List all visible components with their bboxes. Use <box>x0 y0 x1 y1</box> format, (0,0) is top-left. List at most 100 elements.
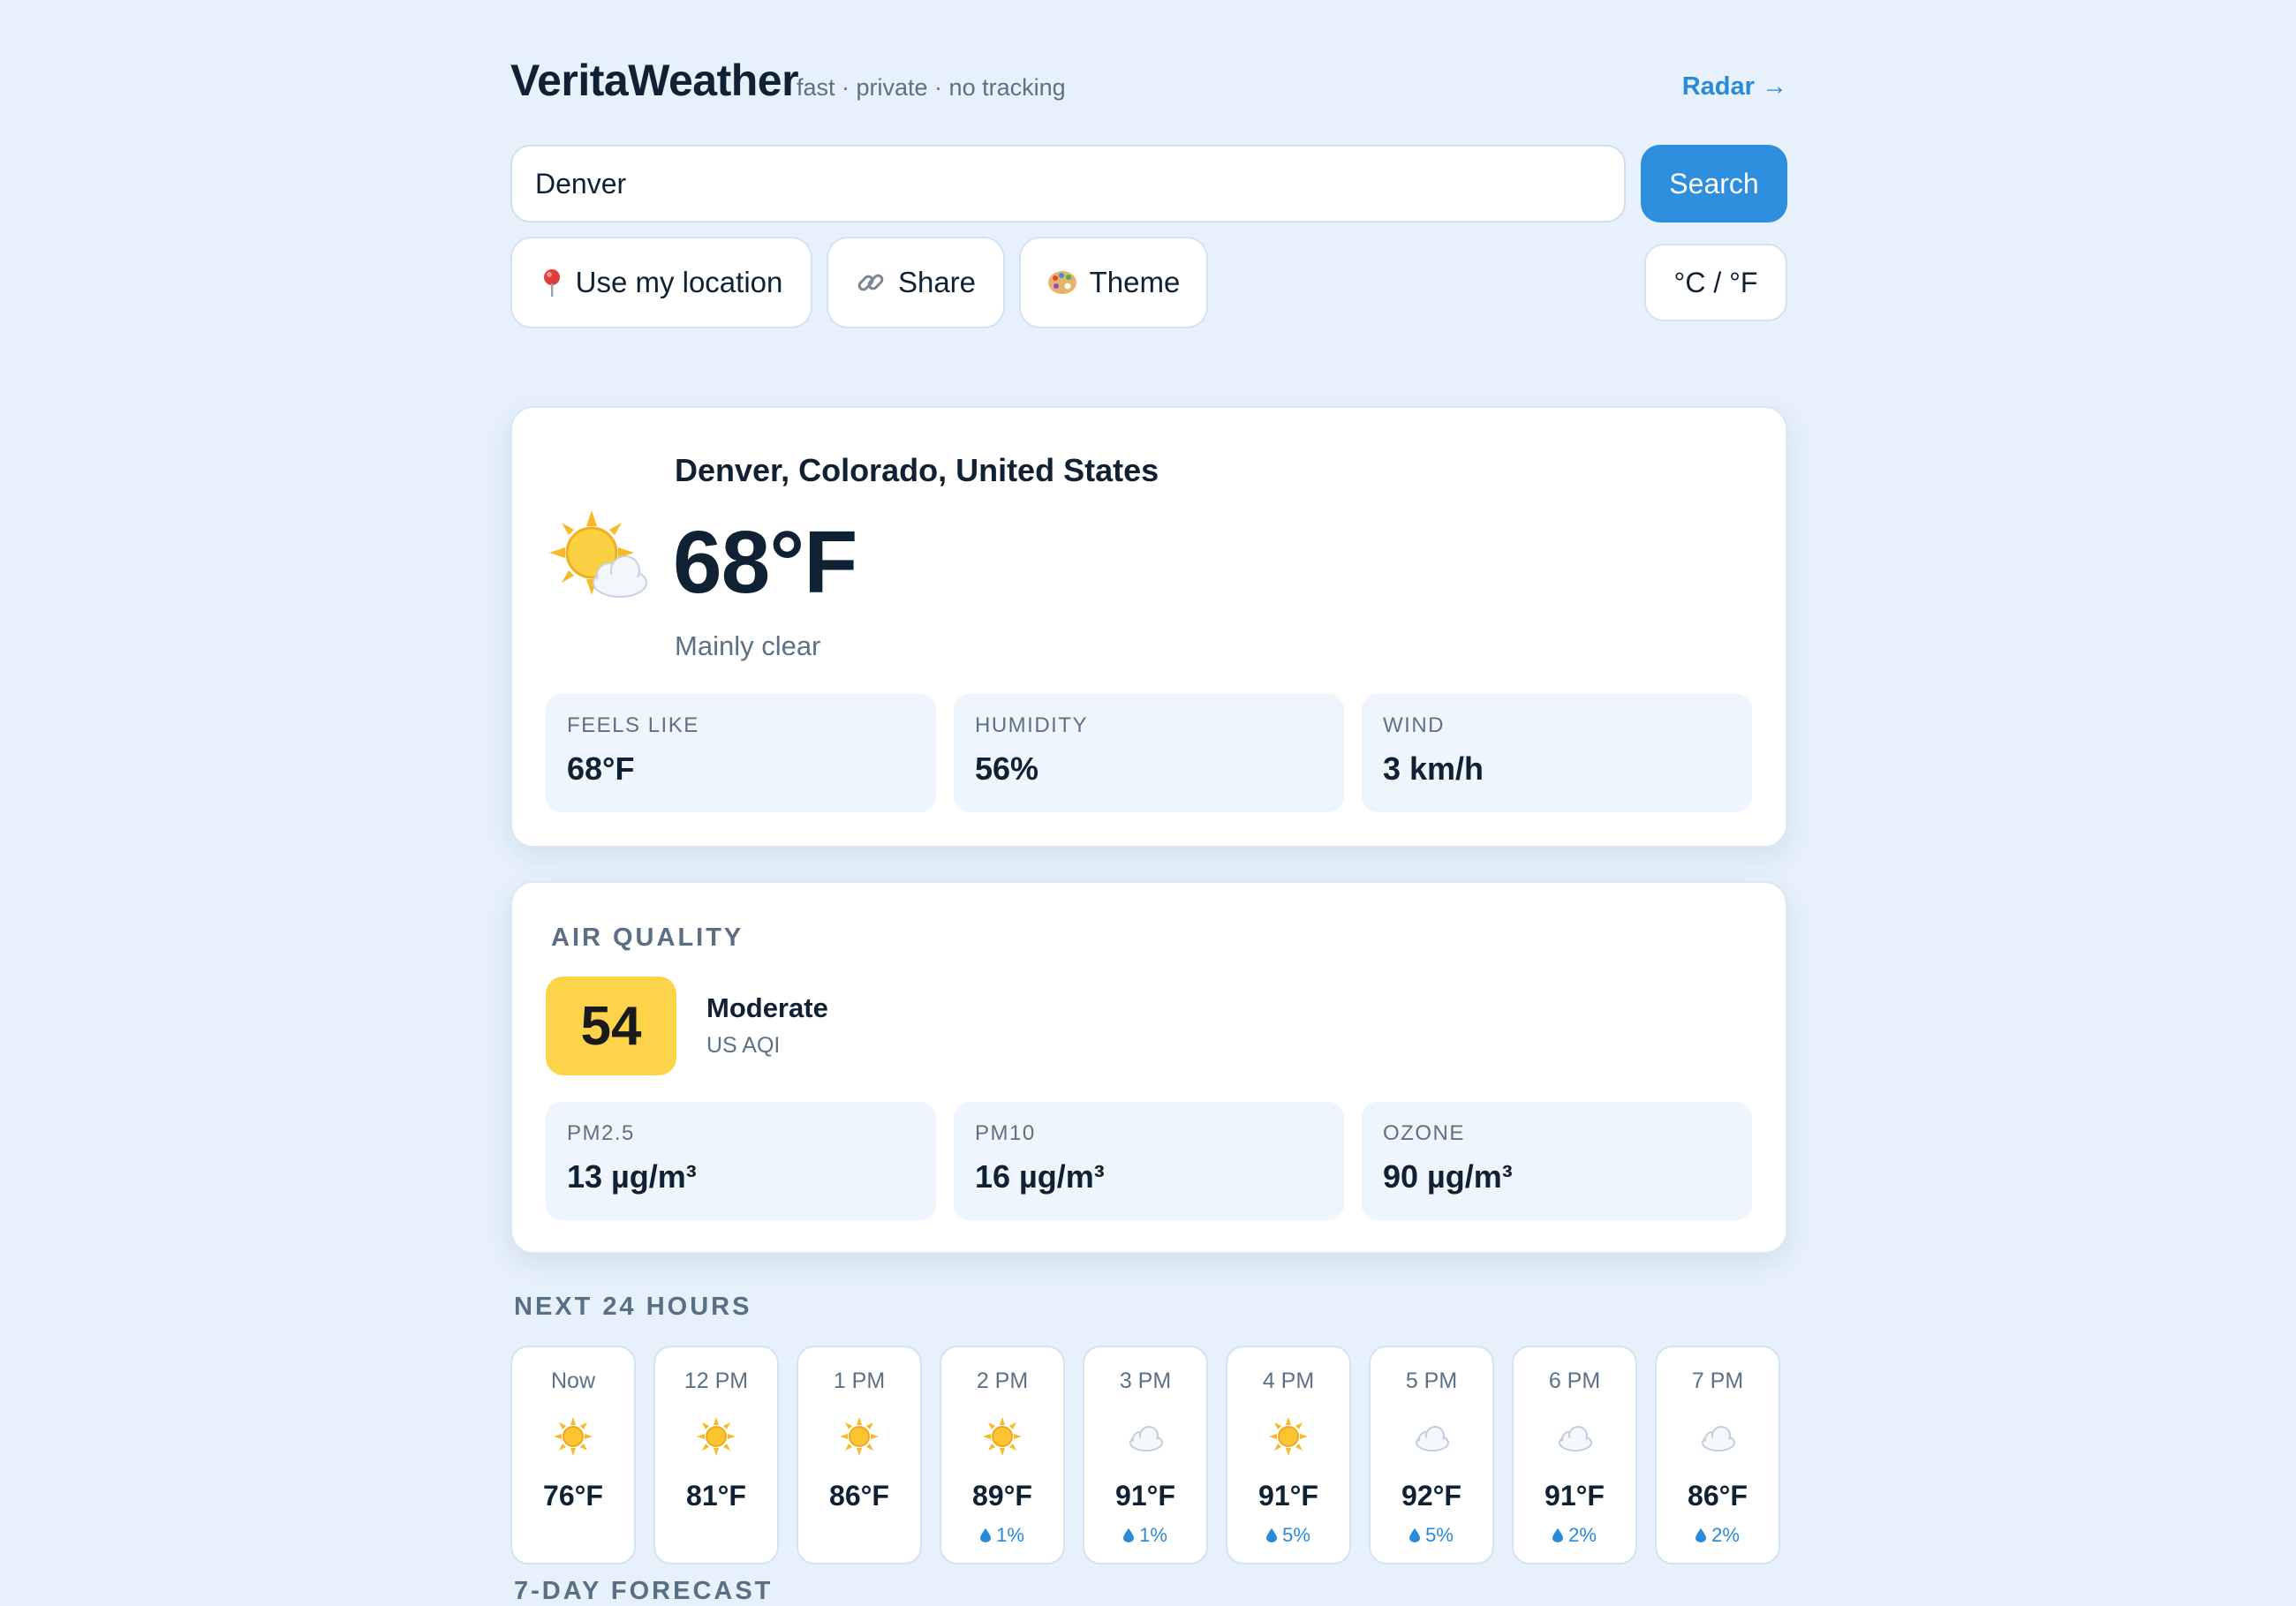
stat-label: Wind <box>1383 713 1445 737</box>
hour-temperature: 91°F <box>1258 1480 1318 1512</box>
pm25-stat: PM2.5 13 µg/m³ <box>546 1102 936 1220</box>
share-button[interactable]: Share <box>827 237 1005 328</box>
hour-card: 1 PM 86°F <box>797 1346 922 1565</box>
aqi-category: Moderate <box>706 992 828 1023</box>
brand-title: VeritaWeather <box>510 56 799 105</box>
hour-card: 12 PM 81°F <box>653 1346 779 1565</box>
current-weather-card: Denver, Colorado, United States 68°F Mai… <box>510 406 1787 848</box>
palette-icon <box>1047 271 1076 294</box>
search-button[interactable]: Search <box>1641 145 1787 222</box>
hour-card: 2 PM 89°F 1% <box>940 1346 1065 1565</box>
hour-temperature: 89°F <box>972 1480 1032 1512</box>
raindrop-icon <box>1409 1528 1421 1542</box>
stat-label: PM10 <box>975 1121 1036 1145</box>
precip-value: 5% <box>1425 1524 1454 1546</box>
sun-icon <box>554 1417 593 1456</box>
sun-icon <box>983 1417 1022 1456</box>
raindrop-icon <box>980 1528 992 1542</box>
app-header: VeritaWeather fast · private · no tracki… <box>510 55 1787 117</box>
hour-time: 6 PM <box>1548 1368 1601 1393</box>
hour-temperature: 81°F <box>686 1480 746 1512</box>
stat-value: 13 µg/m³ <box>567 1158 697 1195</box>
hour-time: 2 PM <box>976 1368 1029 1393</box>
cloud-icon <box>1416 1426 1449 1451</box>
hour-card: 5 PM 92°F 5% <box>1369 1346 1494 1565</box>
aqi-scale: US AQI <box>706 1033 781 1058</box>
city-search-input[interactable] <box>510 145 1626 222</box>
precip-value: 2% <box>1711 1524 1740 1546</box>
wind-stat: Wind 3 km/h <box>1362 694 1752 812</box>
hourly-heading: NEXT 24 HOURS <box>514 1293 752 1321</box>
hour-temperature: 76°F <box>543 1480 603 1512</box>
pm10-stat: PM10 16 µg/m³ <box>954 1102 1344 1220</box>
hour-card: 4 PM 91°F 5% <box>1226 1346 1351 1565</box>
app-page: VeritaWeather fast · private · no tracki… <box>510 0 1787 1605</box>
air-quality-heading: AIR QUALITY <box>551 924 744 952</box>
sun-icon <box>840 1417 879 1456</box>
raindrop-icon <box>1266 1528 1278 1542</box>
cloud-icon <box>1702 1426 1735 1451</box>
current-condition: Mainly clear <box>675 630 821 661</box>
hour-time: 7 PM <box>1691 1368 1744 1393</box>
hour-card: 6 PM 91°F 2% <box>1512 1346 1637 1565</box>
cloud-icon <box>1559 1426 1592 1451</box>
hour-time: 12 PM <box>684 1368 749 1393</box>
hour-time: 1 PM <box>833 1368 886 1393</box>
raindrop-icon <box>1552 1528 1564 1542</box>
precip-value: 5% <box>1282 1524 1310 1546</box>
hour-time: 3 PM <box>1119 1368 1172 1393</box>
precip-value: 2% <box>1568 1524 1597 1546</box>
aqi-badge: 54 <box>546 976 676 1075</box>
feels-like-stat: Feels like 68°F <box>546 694 936 812</box>
stat-label: PM2.5 <box>567 1121 635 1145</box>
stat-value: 68°F <box>567 750 635 787</box>
hour-card: 3 PM 91°F 1% <box>1083 1346 1208 1565</box>
stat-value: 3 km/h <box>1383 750 1484 787</box>
cloud-icon <box>1129 1426 1163 1451</box>
hour-card: Now 76°F <box>510 1346 636 1565</box>
hour-precipitation: 1% <box>941 1524 1063 1547</box>
radar-link[interactable]: Radar → <box>1682 72 1787 102</box>
hour-card: 7 PM 86°F 2% <box>1655 1346 1780 1565</box>
current-temperature: 68°F <box>673 513 857 612</box>
brand-tagline: fast · private · no tracking <box>797 74 1066 101</box>
stat-value: 16 µg/m³ <box>975 1158 1105 1195</box>
hour-precipitation: 2% <box>1657 1524 1779 1547</box>
unit-toggle-button[interactable]: °C / °F <box>1644 244 1787 321</box>
location-name: Denver, Colorado, United States <box>675 452 1159 488</box>
stat-value: 56% <box>975 750 1039 787</box>
stat-label: Humidity <box>975 713 1088 737</box>
hour-time: 4 PM <box>1262 1368 1315 1393</box>
hour-temperature: 92°F <box>1401 1480 1461 1512</box>
hour-precipitation: 5% <box>1227 1524 1349 1547</box>
stat-label: Feels like <box>567 713 699 737</box>
precip-value: 1% <box>1139 1524 1167 1546</box>
hour-temperature: 91°F <box>1115 1480 1175 1512</box>
raindrop-icon <box>1696 1528 1707 1542</box>
ozone-stat: Ozone 90 µg/m³ <box>1362 1102 1752 1220</box>
hour-temperature: 91°F <box>1545 1480 1605 1512</box>
hour-precipitation: 1% <box>1084 1524 1206 1547</box>
hourly-forecast-strip[interactable]: Now 76°F 12 PM 81°F 1 PM 86°F 2 PM 89°F 1% 3 PM 91… <box>510 1346 1787 1566</box>
sun-icon <box>697 1417 736 1456</box>
daily-forecast-heading: 7-DAY FORECAST <box>514 1577 774 1605</box>
stat-label: Ozone <box>1383 1121 1465 1145</box>
sun-icon <box>1269 1417 1308 1456</box>
raindrop-icon <box>1123 1528 1135 1542</box>
stat-value: 90 µg/m³ <box>1383 1158 1513 1195</box>
hour-time: Now <box>550 1368 595 1393</box>
theme-button[interactable]: Theme <box>1019 237 1208 328</box>
hour-precipitation: 5% <box>1371 1524 1492 1547</box>
theme-label: Theme <box>1089 266 1181 298</box>
hour-time: 5 PM <box>1405 1368 1458 1393</box>
share-label: Share <box>897 266 977 298</box>
hour-temperature: 86°F <box>829 1480 889 1512</box>
use-location-button[interactable]: Use my location <box>510 237 812 328</box>
hour-temperature: 86°F <box>1688 1480 1748 1512</box>
precip-value: 1% <box>996 1524 1024 1546</box>
sun-behind-cloud-icon <box>549 510 647 598</box>
humidity-stat: Humidity 56% <box>954 694 1344 812</box>
pin-icon <box>543 269 560 297</box>
hour-precipitation: 2% <box>1514 1524 1635 1547</box>
air-quality-card: AIR QUALITY 54 Moderate US AQI PM2.5 13 … <box>510 881 1787 1254</box>
